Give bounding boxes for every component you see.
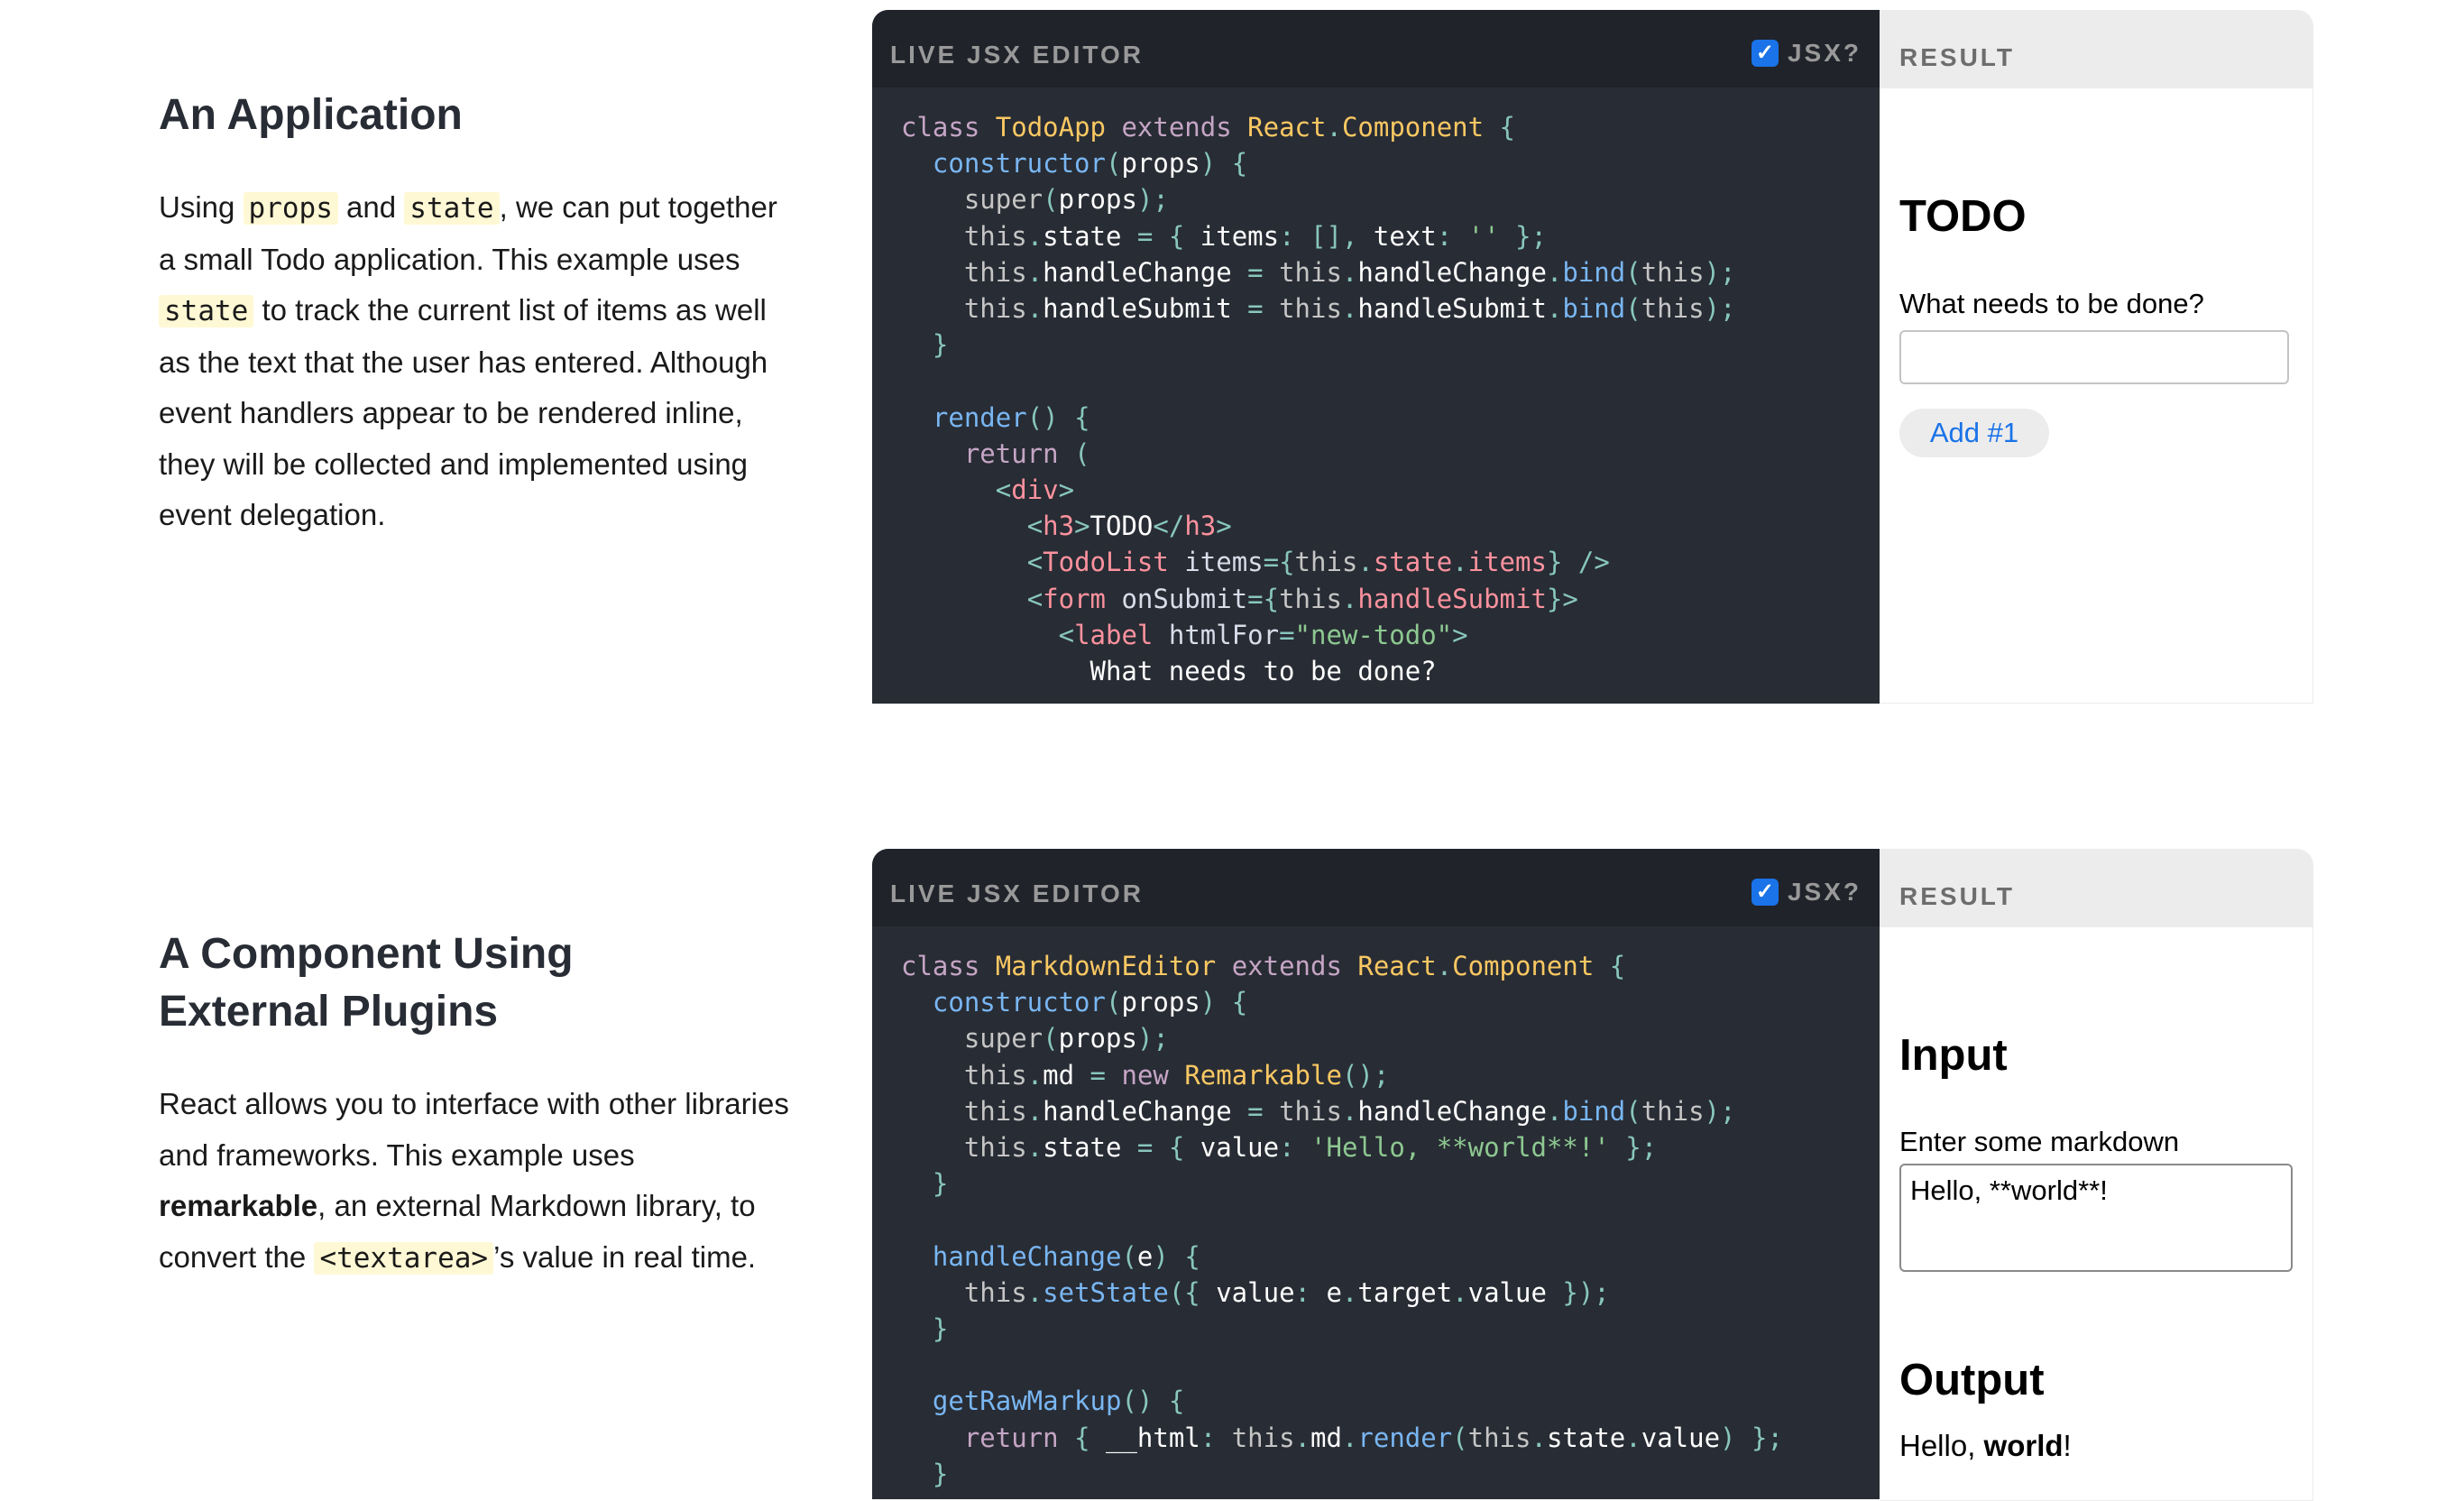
result-panel: RESULT TODO What needs to be done? Add #… [1880,10,2313,704]
checkmark-icon[interactable]: ✓ [1751,40,1779,67]
result-title: RESULT [1899,43,2015,71]
section-external-plugins: A Component Using External Plugins React … [0,839,2464,1501]
paragraph-text: Using [159,190,244,224]
section-text: An Application Using props and state, we… [159,87,790,541]
markdown-textarea[interactable]: Hello, **world**! [1899,1164,2293,1272]
editor-header: LIVE JSX EDITOR ✓ JSX? [872,849,1880,926]
checkmark-icon[interactable]: ✓ [1751,879,1779,906]
output-text: Hello, [1899,1429,1984,1462]
inline-code: state [404,192,500,225]
result-header: RESULT [1880,850,2312,927]
library-name: remarkable [159,1189,318,1222]
add-todo-button[interactable]: Add #1 [1899,409,2049,457]
paragraph-text: to track the current list of items as we… [159,293,768,531]
code-editor-textarea[interactable]: class MarkdownEditor extends React.Compo… [872,926,1880,1492]
result-header: RESULT [1880,11,2312,88]
section-paragraph: React allows you to interface with other… [159,1079,790,1284]
editor-header: LIVE JSX EDITOR ✓ JSX? [872,10,1880,87]
output-heading: Output [1899,1356,2045,1404]
section-heading: A Component Using External Plugins [159,925,790,1041]
section-application: An Application Using props and state, we… [0,0,2464,722]
jsx-toggle-label: JSX? [1787,878,1862,906]
paragraph-text: ’s value in real time. [493,1239,757,1274]
section-text: A Component Using External Plugins React … [159,925,790,1284]
jsx-toggle-label: JSX? [1787,39,1862,67]
input-heading: Input [1899,1031,2008,1080]
new-todo-input[interactable] [1899,330,2289,384]
inline-code: props [243,192,338,225]
code-editor-textarea[interactable]: class TodoApp extends React.Component { … [872,87,1880,689]
paragraph-text: and [337,190,405,224]
live-jsx-editor[interactable]: LIVE JSX EDITOR ✓ JSX? class MarkdownEdi… [872,849,1880,1499]
output-bold-text: world [1983,1429,2064,1462]
markdown-output: Hello, world! [1899,1429,2072,1463]
todo-heading: TODO [1899,192,2027,241]
result-title: RESULT [1899,882,2015,910]
jsx-toggle[interactable]: ✓ JSX? [1751,39,1862,68]
markdown-label: Enter some markdown [1899,1126,2180,1157]
heading-line: A Component Using [159,930,574,978]
paragraph-text: React allows you to interface with other… [159,1087,789,1172]
live-jsx-editor[interactable]: LIVE JSX EDITOR ✓ JSX? class TodoApp ext… [872,10,1880,704]
inline-code: state [159,295,254,327]
result-panel: RESULT Input Enter some markdown Hello, … [1880,849,2313,1501]
inline-code: <textarea> [314,1241,494,1275]
output-text: ! [2063,1429,2072,1462]
section-heading: An Application [159,91,463,139]
jsx-toggle[interactable]: ✓ JSX? [1751,878,1862,907]
heading-line: External Plugins [159,988,499,1036]
new-todo-label: What needs to be done? [1899,288,2204,319]
editor-title: LIVE JSX EDITOR [890,879,1144,907]
section-paragraph: Using props and state, we can put togeth… [159,182,790,541]
editor-title: LIVE JSX EDITOR [890,41,1144,69]
